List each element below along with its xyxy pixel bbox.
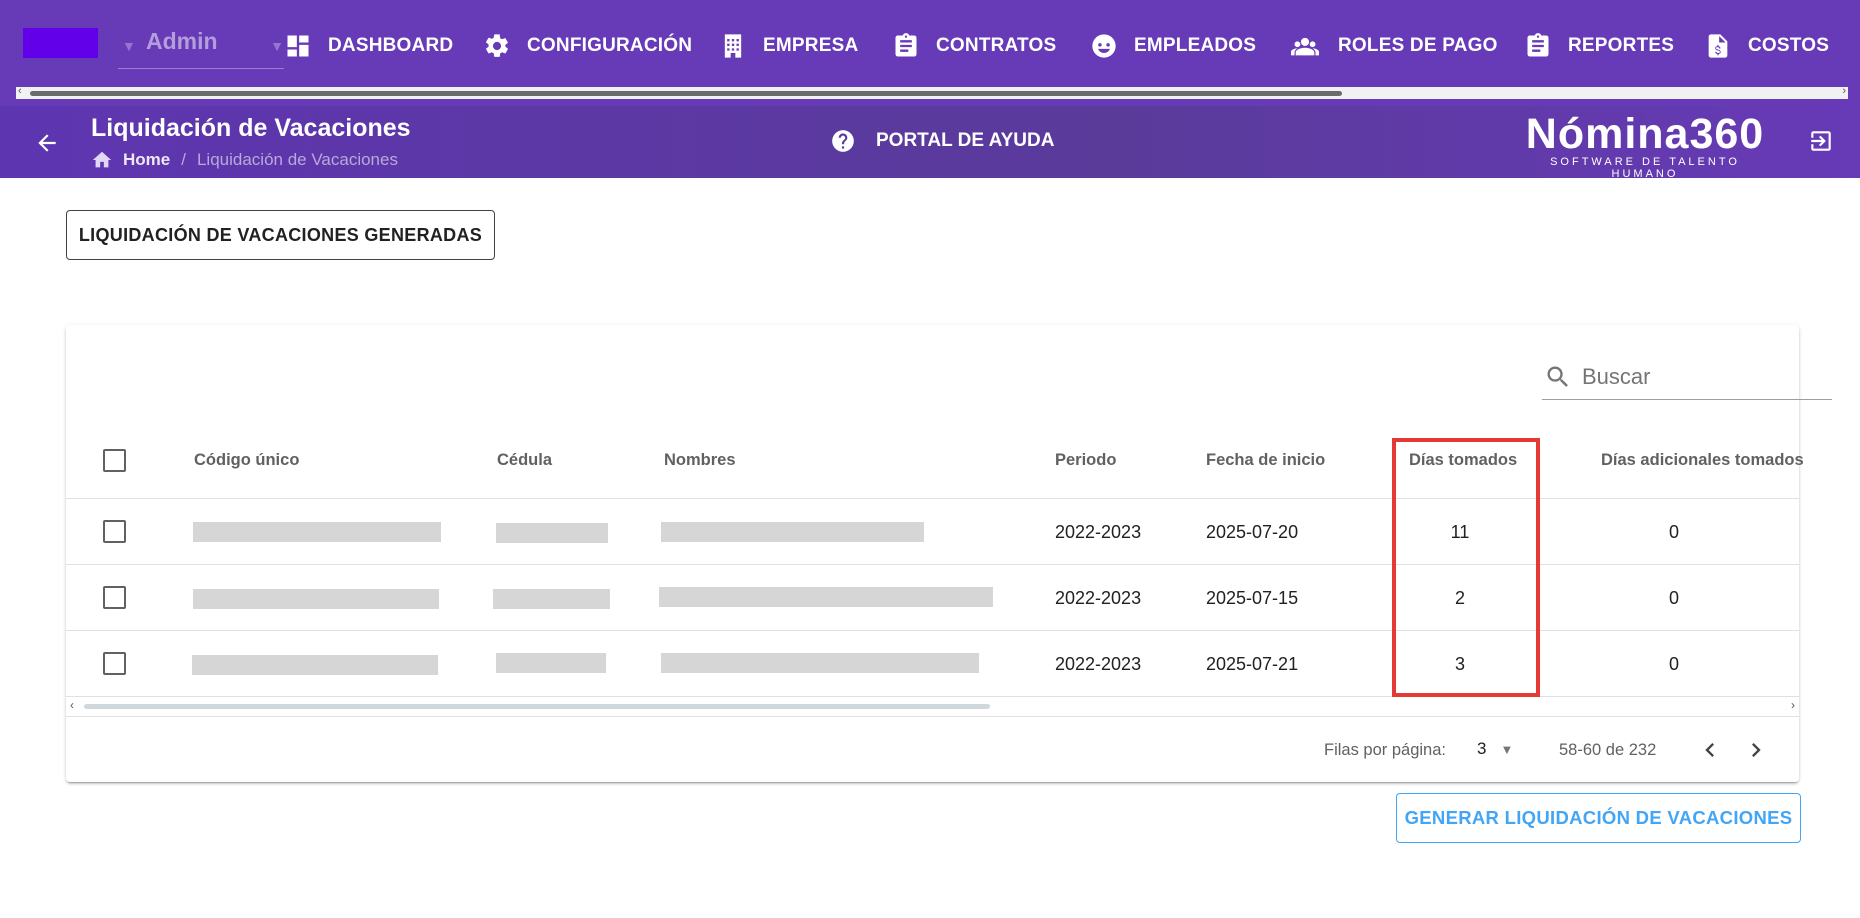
nav-empresa-label: EMPRESA (763, 35, 859, 56)
scroll-left-icon[interactable]: ‹ (18, 85, 22, 97)
scrollbar-thumb[interactable] (84, 704, 990, 709)
redacted-cedula (496, 523, 608, 543)
scroll-left-icon[interactable]: ‹ (70, 698, 74, 712)
building-icon (724, 34, 742, 58)
row-checkbox[interactable] (103, 586, 126, 609)
invoice-dollar-icon (1708, 34, 1728, 58)
nav-roles-de-pago-label: ROLES DE PAGO (1338, 35, 1498, 56)
cell-dias-adicionales: 0 (1668, 588, 1679, 608)
nav-dashboard[interactable]: DASHBOARD (284, 28, 453, 64)
rows-per-page-value: 3 (1477, 739, 1487, 758)
gear-icon (486, 34, 508, 57)
cell-fecha-inicio: 2025-07-20 (1206, 522, 1299, 542)
nav-roles-de-pago[interactable]: ROLES DE PAGO (1288, 28, 1498, 64)
nav-contratos-label: CONTRATOS (936, 35, 1057, 56)
clipboard-icon (895, 33, 917, 57)
cell-dias-adicionales: 0 (1668, 522, 1679, 542)
scroll-right-icon[interactable]: › (1842, 85, 1846, 97)
search-icon (1547, 366, 1568, 387)
page-header: Liquidación de Vacaciones Home / Liquida… (0, 106, 1860, 180)
role-select-value: Admin (146, 28, 218, 54)
nav-reportes-label: REPORTES (1568, 35, 1675, 56)
rows-per-page-label: Filas por página: (1324, 741, 1446, 759)
help-portal-link[interactable]: PORTAL DE AYUDA (830, 128, 1054, 154)
logo-wordmark: Nómina360 (1525, 110, 1765, 158)
search-field[interactable] (1542, 353, 1832, 400)
redacted-nombres (659, 587, 993, 607)
redacted-nombres (661, 522, 924, 542)
highlight-box-dias-tomados (1392, 438, 1540, 697)
nav-contratos[interactable]: CONTRATOS (892, 28, 1056, 64)
previous-page-button[interactable] (1696, 736, 1724, 764)
scrollbar-thumb[interactable] (30, 91, 1342, 96)
redacted-cedula (496, 653, 606, 673)
caret-down-icon: ▼ (270, 38, 284, 54)
arrow-left-icon (38, 134, 56, 152)
column-header-cedula[interactable]: Cédula (497, 451, 552, 470)
company-color-block (23, 28, 98, 58)
nav-costos[interactable]: COSTOS (1704, 28, 1829, 64)
column-header-codigo[interactable]: Código único (194, 451, 299, 470)
breadcrumb-home-link[interactable]: Home (123, 150, 170, 170)
chevron-right-icon (1752, 743, 1761, 757)
redacted-codigo (193, 589, 439, 609)
home-icon (92, 151, 112, 168)
help-portal-label: PORTAL DE AYUDA (876, 130, 1055, 151)
face-icon (1092, 34, 1116, 58)
scroll-right-icon[interactable]: › (1791, 698, 1795, 712)
redacted-nombres (661, 653, 979, 673)
clipboard-icon (1527, 33, 1549, 57)
row-checkbox[interactable] (103, 520, 126, 543)
logo-tagline: SOFTWARE DE TALENTO HUMANO (1550, 156, 1740, 180)
redacted-codigo (193, 522, 441, 542)
nav-reportes[interactable]: REPORTES (1524, 28, 1674, 64)
role-select[interactable]: ▼ Admin ▼ (118, 26, 284, 69)
rows-per-page-select[interactable]: 3 ▼ (1477, 739, 1513, 759)
top-nav-bar: ▼ Admin ▼ DASHBOARD CONFIGURACIÓN EMPRES… (0, 0, 1860, 106)
breadcrumb-current: Liquidación de Vacaciones (196, 150, 398, 169)
nav-configuracion[interactable]: CONFIGURACIÓN (483, 28, 692, 64)
logout-button[interactable] (1808, 128, 1834, 154)
cell-fecha-inicio: 2025-07-15 (1206, 588, 1299, 608)
search-input[interactable] (1580, 359, 1824, 395)
cell-dias-adicionales: 0 (1668, 654, 1679, 674)
back-button[interactable] (34, 130, 60, 156)
redacted-codigo (192, 655, 438, 675)
users-icon (1291, 37, 1319, 56)
redacted-cedula (493, 589, 610, 609)
cell-periodo: 2022-2023 (1055, 522, 1142, 542)
pagination-range: 58-60 de 232 (1559, 741, 1657, 759)
nav-empleados-label: EMPLEADOS (1134, 35, 1257, 56)
next-page-button[interactable] (1742, 736, 1770, 764)
breadcrumb-separator: / (181, 150, 186, 169)
cell-periodo: 2022-2023 (1055, 654, 1142, 674)
column-header-dias-adicionales[interactable]: Días adicionales tomados (1601, 451, 1804, 470)
breadcrumb: Home / Liquidación de Vacaciones (91, 149, 398, 171)
caret-down-icon: ▼ (122, 38, 136, 54)
generated-liquidations-button[interactable]: LIQUIDACIÓN DE VACACIONES GENERADAS (66, 210, 495, 260)
nav-dashboard-label: DASHBOARD (328, 35, 454, 56)
select-all-checkbox[interactable] (103, 449, 126, 472)
column-header-nombres[interactable]: Nombres (664, 451, 736, 470)
chevron-left-icon (1705, 743, 1714, 757)
app-logo: Nómina360 SOFTWARE DE TALENTO HUMANO (1515, 110, 1775, 180)
page-title: Liquidación de Vacaciones (91, 114, 411, 142)
logout-icon (1811, 131, 1831, 151)
dashboard-icon (287, 35, 309, 57)
column-header-fecha-inicio[interactable]: Fecha de inicio (1206, 451, 1325, 470)
top-nav-scrollbar[interactable]: ‹ › (16, 85, 1848, 99)
pagination-footer: Filas por página: 3 ▼ 58-60 de 232 (66, 716, 1799, 783)
generate-liquidation-button[interactable]: GENERAR LIQUIDACIÓN DE VACACIONES (1396, 793, 1801, 843)
cell-periodo: 2022-2023 (1055, 588, 1142, 608)
row-checkbox[interactable] (103, 652, 126, 675)
caret-down-icon: ▼ (1500, 742, 1514, 757)
nav-costos-label: COSTOS (1748, 35, 1830, 56)
column-header-periodo[interactable]: Periodo (1055, 451, 1116, 470)
nav-empresa[interactable]: EMPRESA (719, 28, 858, 64)
help-circle-icon (832, 130, 854, 152)
nav-empleados[interactable]: EMPLEADOS (1090, 28, 1256, 64)
cell-fecha-inicio: 2025-07-21 (1206, 654, 1299, 674)
table-horizontal-scrollbar[interactable]: ‹ › (66, 696, 1799, 713)
nav-configuracion-label: CONFIGURACIÓN (527, 35, 693, 56)
